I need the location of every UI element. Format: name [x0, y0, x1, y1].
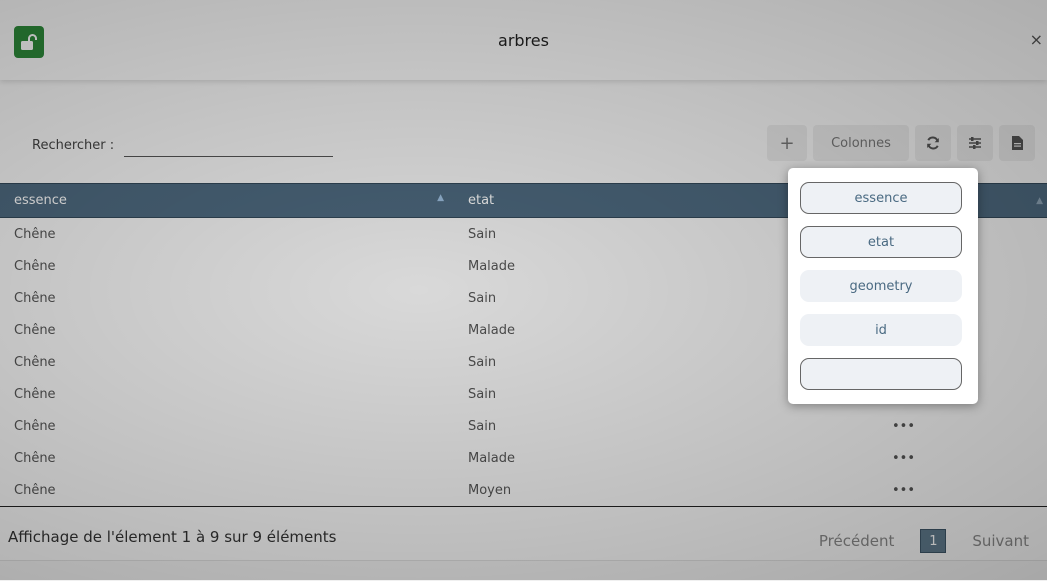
- refresh-icon: [927, 136, 939, 150]
- cell-essence: Chêne: [14, 354, 56, 370]
- column-header-label: essence: [14, 193, 67, 208]
- cell-essence: Chêne: [14, 226, 56, 242]
- search-input[interactable]: [124, 134, 334, 157]
- filter-button[interactable]: [957, 125, 993, 161]
- cell-essence: Chêne: [14, 290, 56, 306]
- cell-essence: Chêne: [14, 258, 56, 274]
- cell-essence: Chêne: [14, 322, 56, 338]
- columns-button[interactable]: Colonnes: [813, 125, 909, 161]
- sliders-icon: [969, 137, 981, 149]
- page-1-button[interactable]: 1: [920, 529, 947, 553]
- table-row[interactable]: Chêne Moyen •••: [0, 474, 1047, 507]
- search-box: Rechercher :: [32, 134, 334, 157]
- add-button[interactable]: +: [767, 125, 807, 161]
- column-toggle-essence[interactable]: essence: [800, 182, 962, 214]
- table-info: Affichage de l'élement 1 à 9 sur 9 éléme…: [8, 528, 337, 546]
- cell-essence: Chêne: [14, 386, 56, 402]
- file-icon: [1011, 136, 1023, 150]
- cell-extra: •••: [878, 474, 1047, 507]
- table-toolbar: + Colonnes: [761, 125, 1035, 161]
- cell-etat: Malade: [468, 450, 516, 466]
- close-icon[interactable]: ×: [1030, 32, 1043, 48]
- modal-title: arbres: [498, 30, 549, 50]
- modal-header: arbres ×: [0, 0, 1047, 80]
- refresh-button[interactable]: [915, 125, 951, 161]
- table-row[interactable]: Chêne Malade •••: [0, 442, 1047, 474]
- column-toggle-id[interactable]: id: [800, 314, 962, 346]
- previous-page-button[interactable]: Précédent: [819, 532, 894, 550]
- pagination: Précédent 1 Suivant: [819, 529, 1029, 553]
- column-toggle-geometry[interactable]: geometry: [800, 270, 962, 302]
- cell-etat: Moyen: [454, 474, 878, 507]
- column-header-essence[interactable]: essence ▲: [0, 183, 454, 218]
- sort-icon: ▲: [1036, 195, 1043, 206]
- cell-essence: Chêne: [0, 474, 454, 507]
- column-toggle-etat[interactable]: etat: [800, 226, 962, 258]
- sort-asc-icon: ▲: [437, 193, 444, 203]
- export-button[interactable]: [999, 125, 1035, 161]
- cell-essence: Chêne: [14, 450, 56, 466]
- cell-extra: •••: [892, 418, 916, 434]
- search-label: Rechercher :: [32, 138, 115, 153]
- next-page-button[interactable]: Suivant: [972, 532, 1029, 550]
- column-toggle-blank[interactable]: [800, 358, 962, 390]
- table-row[interactable]: Chêne Sain •••: [0, 410, 1047, 442]
- column-visibility-menu: essence etat geometry id: [788, 168, 978, 404]
- cell-extra: •••: [892, 450, 916, 466]
- column-header-label: etat: [468, 193, 495, 208]
- cell-essence: Chêne: [14, 418, 56, 434]
- modal-bottom-bar: [0, 560, 1047, 581]
- cell-etat: Sain: [468, 418, 497, 434]
